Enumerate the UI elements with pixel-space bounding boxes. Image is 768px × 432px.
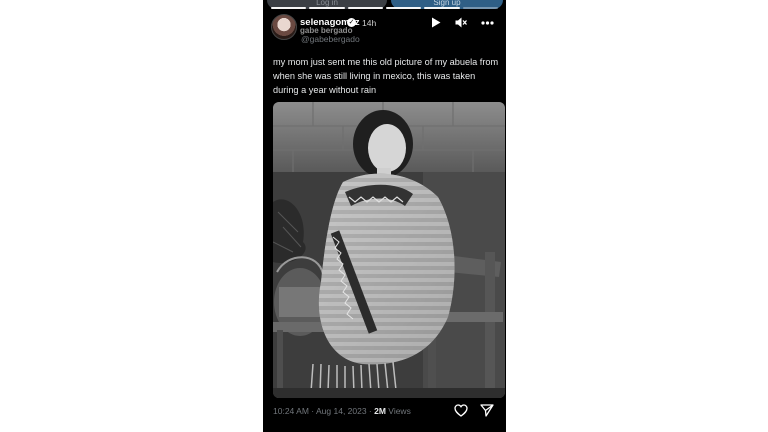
progress-segment	[462, 7, 498, 9]
send-icon[interactable]	[480, 404, 494, 417]
mute-icon[interactable]	[455, 17, 467, 28]
story-header: selenagomez ✓ 14h gabe bergado @gabeberg…	[271, 14, 498, 46]
progress-segment	[309, 7, 345, 9]
story-controls	[431, 17, 494, 28]
tweet-text: my mom just sent me this old picture of …	[273, 57, 499, 95]
story-age: 14h	[362, 18, 377, 28]
views-label: Views	[385, 406, 411, 416]
progress-segment	[385, 7, 422, 9]
tweet-handle: @gabebergado	[301, 34, 360, 44]
tweet-photo[interactable]	[273, 102, 505, 398]
avatar[interactable]	[271, 14, 297, 40]
more-icon[interactable]	[481, 20, 494, 25]
progress-segment	[271, 7, 307, 9]
tweet-meta: 10:24 AM · Aug 14, 2023 · 2M Views	[273, 406, 411, 416]
heart-icon[interactable]	[454, 404, 468, 417]
story-viewer: Log in Sign up selenagomez ✓ 14h gabe be…	[263, 0, 506, 432]
story-actions	[454, 404, 494, 417]
play-icon[interactable]	[431, 17, 441, 28]
progress-segment	[424, 7, 460, 9]
views-count: 2M	[374, 406, 386, 416]
progress-segment	[347, 7, 383, 9]
story-progress-bar	[271, 7, 498, 9]
tweet-timestamp: 10:24 AM · Aug 14, 2023 ·	[273, 406, 375, 416]
